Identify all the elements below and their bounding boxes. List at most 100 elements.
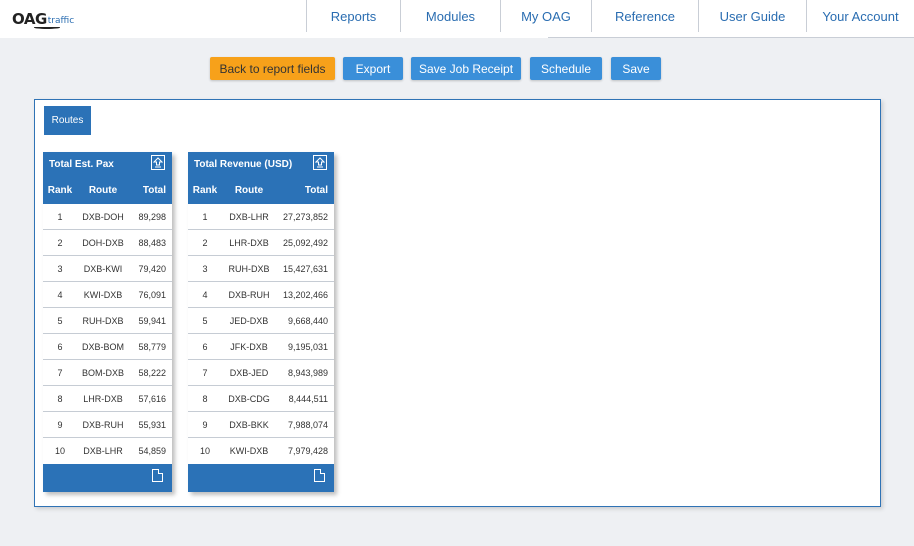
nav-underline	[548, 37, 914, 38]
row-route: DXB-LHR	[229, 211, 269, 222]
table-row: 9 DXB-RUH 55,931	[43, 412, 172, 438]
table-row: 9 DXB-BKK 7,988,074	[188, 412, 334, 438]
table-row: 2 DOH-DXB 88,483	[43, 230, 172, 256]
row-route: RUH-DXB	[82, 315, 124, 326]
nav-my-oag[interactable]: My OAG	[500, 0, 591, 32]
row-total: 25,092,492	[282, 237, 328, 248]
row-route: KWI-DXB	[83, 289, 123, 300]
row-rank: 6	[202, 341, 208, 352]
row-route: LHR-DXB	[83, 393, 123, 404]
row-route: DXB-BKK	[229, 419, 269, 430]
row-rank: 5	[202, 315, 208, 326]
row-route: DXB-RUH	[228, 289, 270, 300]
row-total: 76,091	[138, 289, 166, 300]
revenue-table-header: Total Revenue (USD)	[188, 152, 334, 176]
column-total[interactable]: Total	[276, 185, 334, 196]
table-row: 10 DXB-LHR 54,859	[43, 438, 172, 464]
row-total: 8,943,989	[287, 367, 328, 378]
row-route: BOM-DXB	[81, 367, 124, 378]
row-total: 7,979,428	[287, 446, 328, 456]
table-row: 5 JED-DXB 9,668,440	[188, 308, 334, 334]
row-rank: 3	[202, 263, 208, 274]
pax-table-body: 1 DXB-DOH 89,298 2 DOH-DXB 88,483 3 DXB-KWI 79…	[43, 204, 172, 464]
upload-icon[interactable]	[313, 155, 327, 170]
oag-traffic-logo[interactable]: OAG traffic	[12, 6, 74, 29]
row-rank: 2	[202, 237, 208, 248]
row-rank: 4	[202, 289, 208, 300]
row-route: RUH-DXB	[228, 263, 270, 274]
nav-reference[interactable]: Reference	[591, 0, 698, 32]
row-route: JED-DXB	[229, 315, 269, 326]
upload-icon[interactable]	[151, 155, 165, 170]
back-to-report-fields-button[interactable]: Back to report fields	[210, 57, 335, 80]
column-rank[interactable]: Rank	[188, 185, 222, 196]
row-total: 88,483	[138, 237, 166, 248]
row-rank: 10	[199, 446, 210, 456]
row-route: DOH-DXB	[82, 237, 124, 248]
nav-modules[interactable]: Modules	[400, 0, 500, 32]
row-total: 7,988,074	[287, 419, 328, 430]
row-rank: 6	[57, 341, 63, 352]
schedule-button[interactable]: Schedule	[530, 57, 602, 80]
pax-table-title: Total Est. Pax	[49, 158, 114, 170]
row-total: 9,195,031	[287, 341, 328, 352]
row-total: 79,420	[138, 263, 166, 274]
table-row: 1 DXB-DOH 89,298	[43, 204, 172, 230]
row-total: 15,427,631	[282, 263, 328, 274]
pax-table-footer	[43, 464, 172, 492]
row-route: DXB-CDG	[228, 393, 270, 404]
column-route[interactable]: Route	[222, 185, 276, 196]
column-total[interactable]: Total	[129, 185, 172, 196]
table-row: 3 RUH-DXB 15,427,631	[188, 256, 334, 282]
nav-user-guide[interactable]: User Guide	[698, 0, 806, 32]
row-route: DXB-DOH	[82, 211, 124, 222]
row-route: JFK-DXB	[230, 341, 268, 352]
row-total: 8,444,511	[288, 393, 328, 404]
table-row: 6 DXB-BOM 58,779	[43, 334, 172, 360]
table-row: 2 LHR-DXB 25,092,492	[188, 230, 334, 256]
table-row: 7 BOM-DXB 58,222	[43, 360, 172, 386]
row-rank: 7	[57, 367, 63, 378]
column-rank[interactable]: Rank	[43, 185, 77, 196]
table-row: 10 KWI-DXB 7,979,428	[188, 438, 334, 464]
row-total: 9,668,440	[287, 315, 328, 326]
pax-table-columns: Rank Route Total	[43, 176, 172, 204]
row-rank: 7	[202, 367, 208, 378]
report-panel: Routes Total Est. Pax Rank Route Total 1…	[34, 99, 881, 507]
row-route: DXB-JED	[229, 367, 269, 378]
row-route: LHR-DXB	[229, 237, 269, 248]
table-row: 3 DXB-KWI 79,420	[43, 256, 172, 282]
nav-reports[interactable]: Reports	[306, 0, 400, 32]
nav-your-account[interactable]: Your Account	[806, 0, 914, 32]
row-total: 13,202,466	[282, 289, 328, 300]
row-total: 89,298	[138, 211, 166, 222]
export-button[interactable]: Export	[343, 57, 403, 80]
row-rank: 8	[202, 393, 208, 404]
document-icon[interactable]	[152, 469, 163, 482]
row-route: DXB-LHR	[83, 446, 123, 456]
logo-swoosh-icon	[34, 26, 60, 29]
row-rank: 3	[57, 263, 63, 274]
row-rank: 5	[57, 315, 63, 326]
row-rank: 8	[57, 393, 63, 404]
table-row: 5 RUH-DXB 59,941	[43, 308, 172, 334]
pax-table: Total Est. Pax Rank Route Total 1 DXB-DOH…	[43, 152, 172, 492]
document-icon[interactable]	[314, 469, 325, 482]
column-route[interactable]: Route	[77, 185, 129, 196]
revenue-table-title: Total Revenue (USD)	[194, 158, 293, 170]
tab-routes[interactable]: Routes	[44, 106, 91, 135]
row-route: DXB-RUH	[82, 419, 124, 430]
row-total: 54,859	[138, 446, 166, 456]
table-row: 4 DXB-RUH 13,202,466	[188, 282, 334, 308]
row-rank: 2	[57, 237, 63, 248]
row-total: 58,222	[138, 367, 166, 378]
save-button[interactable]: Save	[611, 57, 661, 80]
table-row: 8 LHR-DXB 57,616	[43, 386, 172, 412]
save-job-receipt-button[interactable]: Save Job Receipt	[411, 57, 521, 80]
top-bar: OAG traffic Reports Modules My OAG Refer…	[0, 0, 914, 38]
row-total: 57,616	[138, 393, 166, 404]
row-total: 58,779	[138, 341, 166, 352]
row-rank: 9	[57, 419, 63, 430]
table-row: 4 KWI-DXB 76,091	[43, 282, 172, 308]
revenue-table-footer	[188, 464, 334, 492]
